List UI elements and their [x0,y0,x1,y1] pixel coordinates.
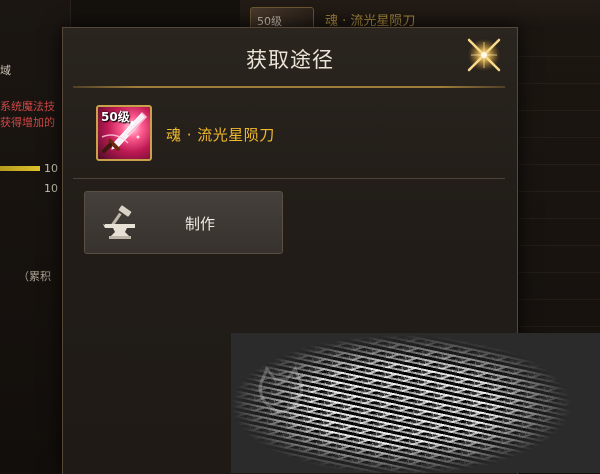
watermark-cat-icon [258,366,304,415]
title-divider [73,86,505,88]
bg-progress-bar [0,166,40,171]
craft-source-button[interactable]: 制作 [84,191,283,254]
noise-overlay [231,333,600,473]
background-left-panel: 域 系统魔法技 获得增加的 10 10 （累积 [0,0,71,473]
item-divider [73,178,505,179]
close-star-icon[interactable] [463,34,505,76]
bg-left-label: 域 [0,64,11,77]
item-name: 魂 · 流光星陨刀 [166,126,275,144]
modal-title: 获取途径 [246,48,334,72]
bg-left-number: 10 [44,162,58,175]
sword-icon[interactable]: 50级 [96,105,152,161]
bg-left-note: （累积 [18,270,51,283]
bg-left-red-text: 获得增加的 [0,116,55,129]
bg-left-number: 10 [44,182,58,195]
item-level-badge: 50级 [101,110,130,124]
bg-left-red-text: 系统魔法技 [0,100,55,113]
anvil-hammer-icon [103,205,135,239]
craft-label: 制作 [185,215,216,233]
